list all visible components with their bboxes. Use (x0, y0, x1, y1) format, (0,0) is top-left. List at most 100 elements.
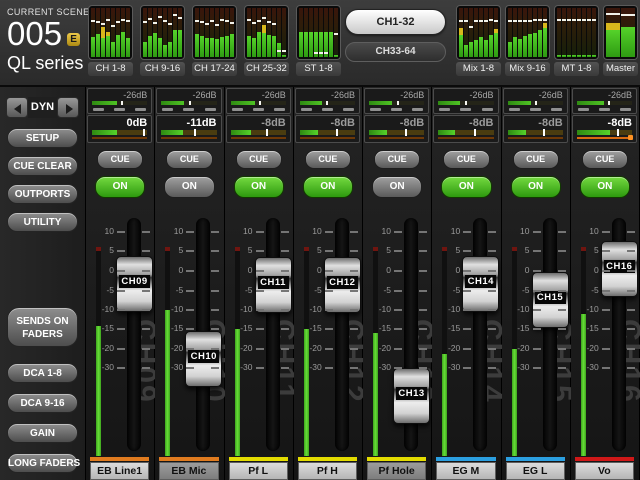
on-button[interactable]: ON (303, 176, 353, 198)
fader-scale-tick: -5 (436, 285, 460, 295)
fader-cap[interactable]: CH15 (532, 272, 569, 328)
tick-dash (602, 367, 610, 369)
meter-bank-ch-25-32[interactable]: CH 25-32 (244, 5, 289, 76)
fader-track[interactable] (543, 218, 557, 451)
on-button[interactable]: ON (95, 176, 145, 198)
tick-dash (533, 250, 541, 252)
gain-indicator-line (300, 137, 355, 139)
tick-dash (394, 367, 402, 369)
cue-button[interactable]: CUE (374, 150, 420, 169)
bank-button-ch33-64[interactable]: CH33-64 (345, 42, 446, 62)
meter-bank-mix-9-16[interactable]: Mix 9-16 (505, 5, 550, 76)
tick-dash (281, 367, 289, 369)
tick-dash (627, 270, 635, 272)
meter-bank-ch-9-16[interactable]: CH 9-16 (140, 5, 185, 76)
channel-name-plate[interactable]: EB Line1 (90, 462, 149, 480)
cue-button[interactable]: CUE (97, 150, 143, 169)
tick-dash (281, 309, 289, 311)
tick-dash (117, 348, 125, 350)
channel-name-plate[interactable]: EG M (436, 462, 495, 480)
fader-scale-tick: 10 (436, 226, 460, 236)
dyn-display-box: -26dB (572, 88, 637, 114)
meter-column (262, 8, 266, 57)
fader-cap[interactable]: CH10 (185, 331, 222, 387)
channel-name-plate[interactable]: Pf L (229, 462, 288, 480)
fader-track[interactable] (266, 218, 280, 451)
bank-button-ch1-32[interactable]: CH1-32 (345, 9, 446, 35)
tick-dash (419, 250, 427, 252)
fader-cap[interactable]: CH11 (255, 257, 292, 313)
sidebar-button-gain[interactable]: GAIN (7, 423, 78, 443)
sidebar-button-sends-on-faders[interactable]: SENDS ON FADERS (7, 307, 78, 347)
fader-cap[interactable]: CH14 (462, 256, 499, 312)
cue-button[interactable]: CUE (305, 150, 351, 169)
fader-track[interactable] (473, 218, 487, 451)
sidebar-button-outports[interactable]: OUTPORTS (7, 184, 78, 204)
cue-button[interactable]: CUE (513, 150, 559, 169)
fader-level-value: -8dB (434, 116, 497, 129)
sidebar-button-cue-clear[interactable]: CUE CLEAR (7, 156, 78, 176)
channel-name-plate[interactable]: Pf H (298, 462, 357, 480)
tick-dash (558, 328, 566, 330)
fader-cap[interactable]: CH12 (324, 257, 361, 313)
on-button[interactable]: ON (441, 176, 491, 198)
tick-dash (419, 290, 427, 292)
channel-name-plate[interactable]: Vo (575, 462, 634, 480)
cue-button[interactable]: CUE (443, 150, 489, 169)
meter-bank-st-1-8[interactable]: ST 1-8 (296, 5, 341, 76)
dyn-display-box: -26dB (156, 88, 221, 114)
meter-column (304, 8, 308, 57)
tick-dash (463, 367, 471, 369)
sidebar-button-utility[interactable]: UTILITY (7, 212, 78, 232)
fader-scale-tick: -30 (159, 362, 183, 372)
meter-bank-mt-1-8[interactable]: MT 1-8 (554, 5, 599, 76)
fader-level-value: -11dB (157, 116, 220, 129)
tick-dash (533, 367, 541, 369)
fader-level-box: -8dB (503, 115, 568, 143)
meter-column (173, 8, 177, 57)
mode-prev-arrow-icon[interactable] (6, 97, 28, 118)
channel-name-plate[interactable]: EG L (506, 462, 565, 480)
sidebar-button-dca-9-16[interactable]: DCA 9-16 (7, 393, 78, 413)
on-button[interactable]: ON (372, 176, 422, 198)
left-sidebar: DYN SETUPCUE CLEAROUTPORTSUTILITYSENDS O… (0, 87, 86, 480)
channel-strip-ch12: -26dB -8dB CUE ON CH12 CH12 (294, 87, 363, 480)
tick-dash (558, 270, 566, 272)
meter-bank-ch-1-8[interactable]: CH 1-8 (88, 5, 133, 76)
fader-cap[interactable]: CH09 (116, 256, 153, 312)
scene-panel[interactable]: CURRENT SCENE 005 E QL series (7, 7, 87, 74)
meter-column (200, 8, 204, 57)
sidebar-button-setup[interactable]: SETUP (7, 128, 78, 148)
tick-dash (463, 270, 471, 272)
mode-next-arrow-icon[interactable] (57, 97, 79, 118)
meter-column (508, 8, 512, 57)
on-button[interactable]: ON (234, 176, 284, 198)
meter-bank-mix-1-8[interactable]: Mix 1-8 (456, 5, 501, 76)
fader-scale-tick: -20 (506, 343, 530, 353)
cue-button[interactable]: CUE (236, 150, 282, 169)
sidebar-button-dca-1-8[interactable]: DCA 1-8 (7, 363, 78, 383)
meter-bank-label: Mix 9-16 (505, 62, 550, 76)
sidebar-button-long-faders[interactable]: LONG FADERS (7, 453, 78, 473)
channel-name-plate[interactable]: EB Mic (159, 462, 218, 480)
on-button[interactable]: ON (511, 176, 561, 198)
cue-button[interactable]: CUE (582, 150, 628, 169)
channel-color-stripe (159, 457, 218, 461)
fader-track[interactable] (127, 218, 141, 451)
on-button[interactable]: ON (164, 176, 214, 198)
meter-column (484, 8, 488, 57)
cue-button[interactable]: CUE (166, 150, 212, 169)
channel-name-plate[interactable]: Pf Hole (367, 462, 426, 480)
meter-bank-ch-17-24[interactable]: CH 17-24 (192, 5, 237, 76)
meter-column (111, 8, 115, 57)
fader-track[interactable] (335, 218, 349, 451)
meter-column (205, 8, 209, 57)
on-button[interactable]: ON (580, 176, 630, 198)
fader-scale-tick: -30 (506, 362, 530, 372)
tick-dash (488, 290, 496, 292)
meter-bank-master[interactable]: Master (603, 5, 638, 76)
meter-column (101, 8, 105, 57)
tick-dash (488, 309, 496, 311)
gain-indicator-line (508, 137, 563, 139)
fader-cap[interactable]: CH13 (393, 368, 430, 424)
